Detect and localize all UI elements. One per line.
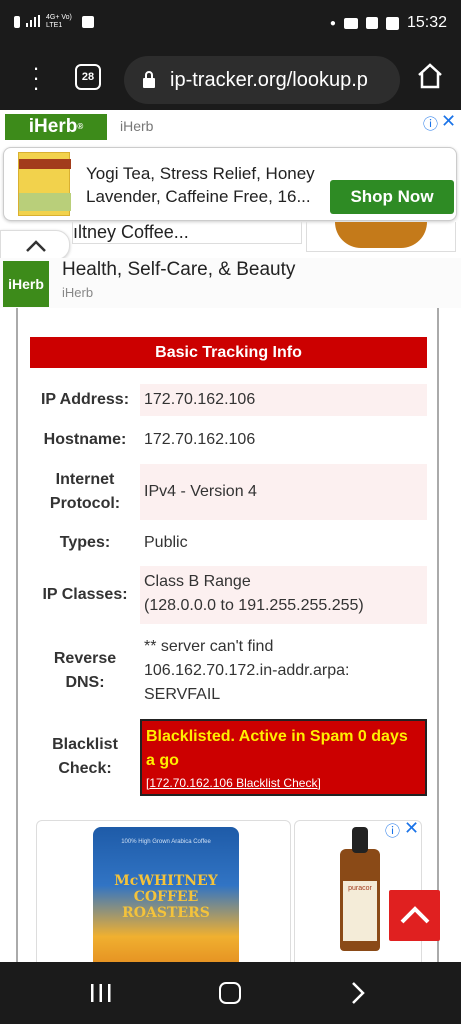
product-title: Yogi Tea, Stress Relief, Honey Lavender,…: [86, 164, 315, 206]
network-label: 4G+ Vo) LTE1: [46, 14, 72, 29]
recent-apps-icon[interactable]: [90, 983, 112, 1003]
youtube-icon: [343, 17, 358, 29]
address-bar[interactable]: ip-tracker.org/lookup.p: [124, 56, 400, 104]
lock-icon: [143, 71, 155, 88]
reverse-dns-value-line2: 106.162.70.172.in-addr.arpa:: [144, 662, 350, 679]
notification-icon: [82, 16, 94, 28]
ad-header[interactable]: iHerb® iHerb ⓘ ✕: [0, 110, 461, 142]
banner-logo: iHerb: [3, 261, 49, 307]
blacklist-status-text: Blacklisted. Active in Spam 0 days a go: [146, 728, 408, 769]
iherb-logo[interactable]: iHerb®: [5, 114, 107, 140]
coffee-bag-image: 100% High Grown Arabica Coffee McWHITNEY…: [93, 827, 239, 962]
back-icon[interactable]: [350, 980, 366, 1006]
adchoices-icon-bottom[interactable]: ⓘ: [385, 820, 400, 841]
status-left: 4G+ Vo) LTE1: [14, 14, 94, 30]
home-icon[interactable]: [416, 62, 444, 90]
banner-title: Health, Self-Care, & Beauty: [62, 259, 296, 280]
signal-icon: [26, 14, 40, 30]
page-content: iHerb® iHerb ⓘ ✕ Yogi Tea, Stress Relief…: [0, 110, 461, 962]
ad-bottom[interactable]: 100% High Grown Arabica Coffee McWHITNEY…: [36, 820, 422, 962]
screen-icon: [385, 16, 399, 30]
close-icon-bottom[interactable]: ✕: [404, 818, 419, 839]
blacklist-check-link[interactable]: 172.70.162.106 Blacklist Check: [149, 776, 317, 790]
status-bar: 4G+ Vo) LTE1 ● 15:32: [0, 0, 461, 50]
gallery-icon: [365, 17, 378, 29]
ip-address-label: IP Address:: [40, 391, 130, 408]
browser-toolbar: · · · 28 ip-tracker.org/lookup.p: [0, 50, 461, 110]
oil-bottle-image: puracor: [340, 827, 380, 951]
system-nav-bar: [0, 962, 461, 1024]
reverse-dns-value-line1: ** server can't find: [144, 638, 274, 655]
home-nav-icon[interactable]: [219, 982, 241, 1004]
internet-protocol-label: Internet Protocol:: [49, 471, 121, 512]
oil-brand: puracor: [348, 885, 372, 892]
reverse-dns-value-line3: SERVFAIL: [144, 686, 221, 703]
dot-icon: ●: [329, 17, 336, 29]
adchoices-icon[interactable]: ⓘ: [423, 113, 438, 134]
ad-partial-card-title[interactable]: ıltney Coffee...: [72, 222, 302, 244]
hostname-label: Hostname:: [43, 431, 127, 448]
coffee-product-card[interactable]: 100% High Grown Arabica Coffee McWHITNEY…: [36, 820, 291, 962]
blacklist-status-box: Blacklisted. Active in Spam 0 days a go …: [140, 719, 427, 796]
url-text: ip-tracker.org/lookup.p: [170, 69, 368, 91]
ad-partial-card-image[interactable]: [306, 222, 456, 252]
collapse-ad-button[interactable]: [0, 230, 70, 260]
ip-address-value: 172.70.162.106: [140, 384, 427, 416]
scroll-to-top-button[interactable]: [389, 890, 440, 941]
menu-icon[interactable]: · · ·: [28, 57, 44, 99]
tab-switcher-button[interactable]: 28: [75, 64, 101, 90]
hostname-value: 172.70.162.106: [144, 431, 256, 448]
ip-classes-value-line2: (128.0.0.0 to 191.255.255.255): [144, 597, 364, 614]
clock: 15:32: [406, 14, 447, 31]
sim-icon: [14, 16, 20, 28]
coffee-brand: McWHITNEY COFFEE ROASTERS: [114, 873, 218, 921]
types-label: Types:: [59, 534, 111, 551]
ip-classes-label: IP Classes:: [42, 586, 128, 603]
product-image: [18, 152, 71, 216]
ad-banner[interactable]: iHerb Health, Self-Care, & Beauty iHerb: [0, 258, 461, 308]
types-value: Public: [144, 534, 188, 551]
chevron-up-icon: [400, 906, 430, 924]
ip-classes-value-line1: Class B Range: [144, 573, 251, 590]
ip-classes-value: Class B Range (128.0.0.0 to 191.255.255.…: [140, 566, 427, 624]
tracking-table-title: Basic Tracking Info: [30, 337, 427, 368]
blacklist-check-link-wrapper: [172.70.162.106 Blacklist Check]: [146, 776, 321, 790]
close-icon[interactable]: ✕: [441, 111, 456, 132]
reverse-dns-label: Reverse DNS:: [53, 650, 117, 691]
shop-now-button[interactable]: Shop Now: [330, 180, 454, 214]
ad-product-card[interactable]: Yogi Tea, Stress Relief, Honey Lavender,…: [3, 147, 457, 221]
status-right: ● 15:32: [330, 14, 447, 32]
internet-protocol-value: IPv4 - Version 4: [140, 464, 427, 520]
ad-brand-name: iHerb: [120, 118, 154, 134]
chevron-up-icon: [26, 240, 46, 252]
coffee-tagline: 100% High Grown Arabica Coffee: [121, 839, 211, 845]
reverse-dns-value: ** server can't find 106.162.70.172.in-a…: [140, 635, 427, 707]
blacklist-check-label: Blacklist Check:: [52, 736, 118, 777]
banner-subtitle: iHerb: [62, 285, 94, 300]
